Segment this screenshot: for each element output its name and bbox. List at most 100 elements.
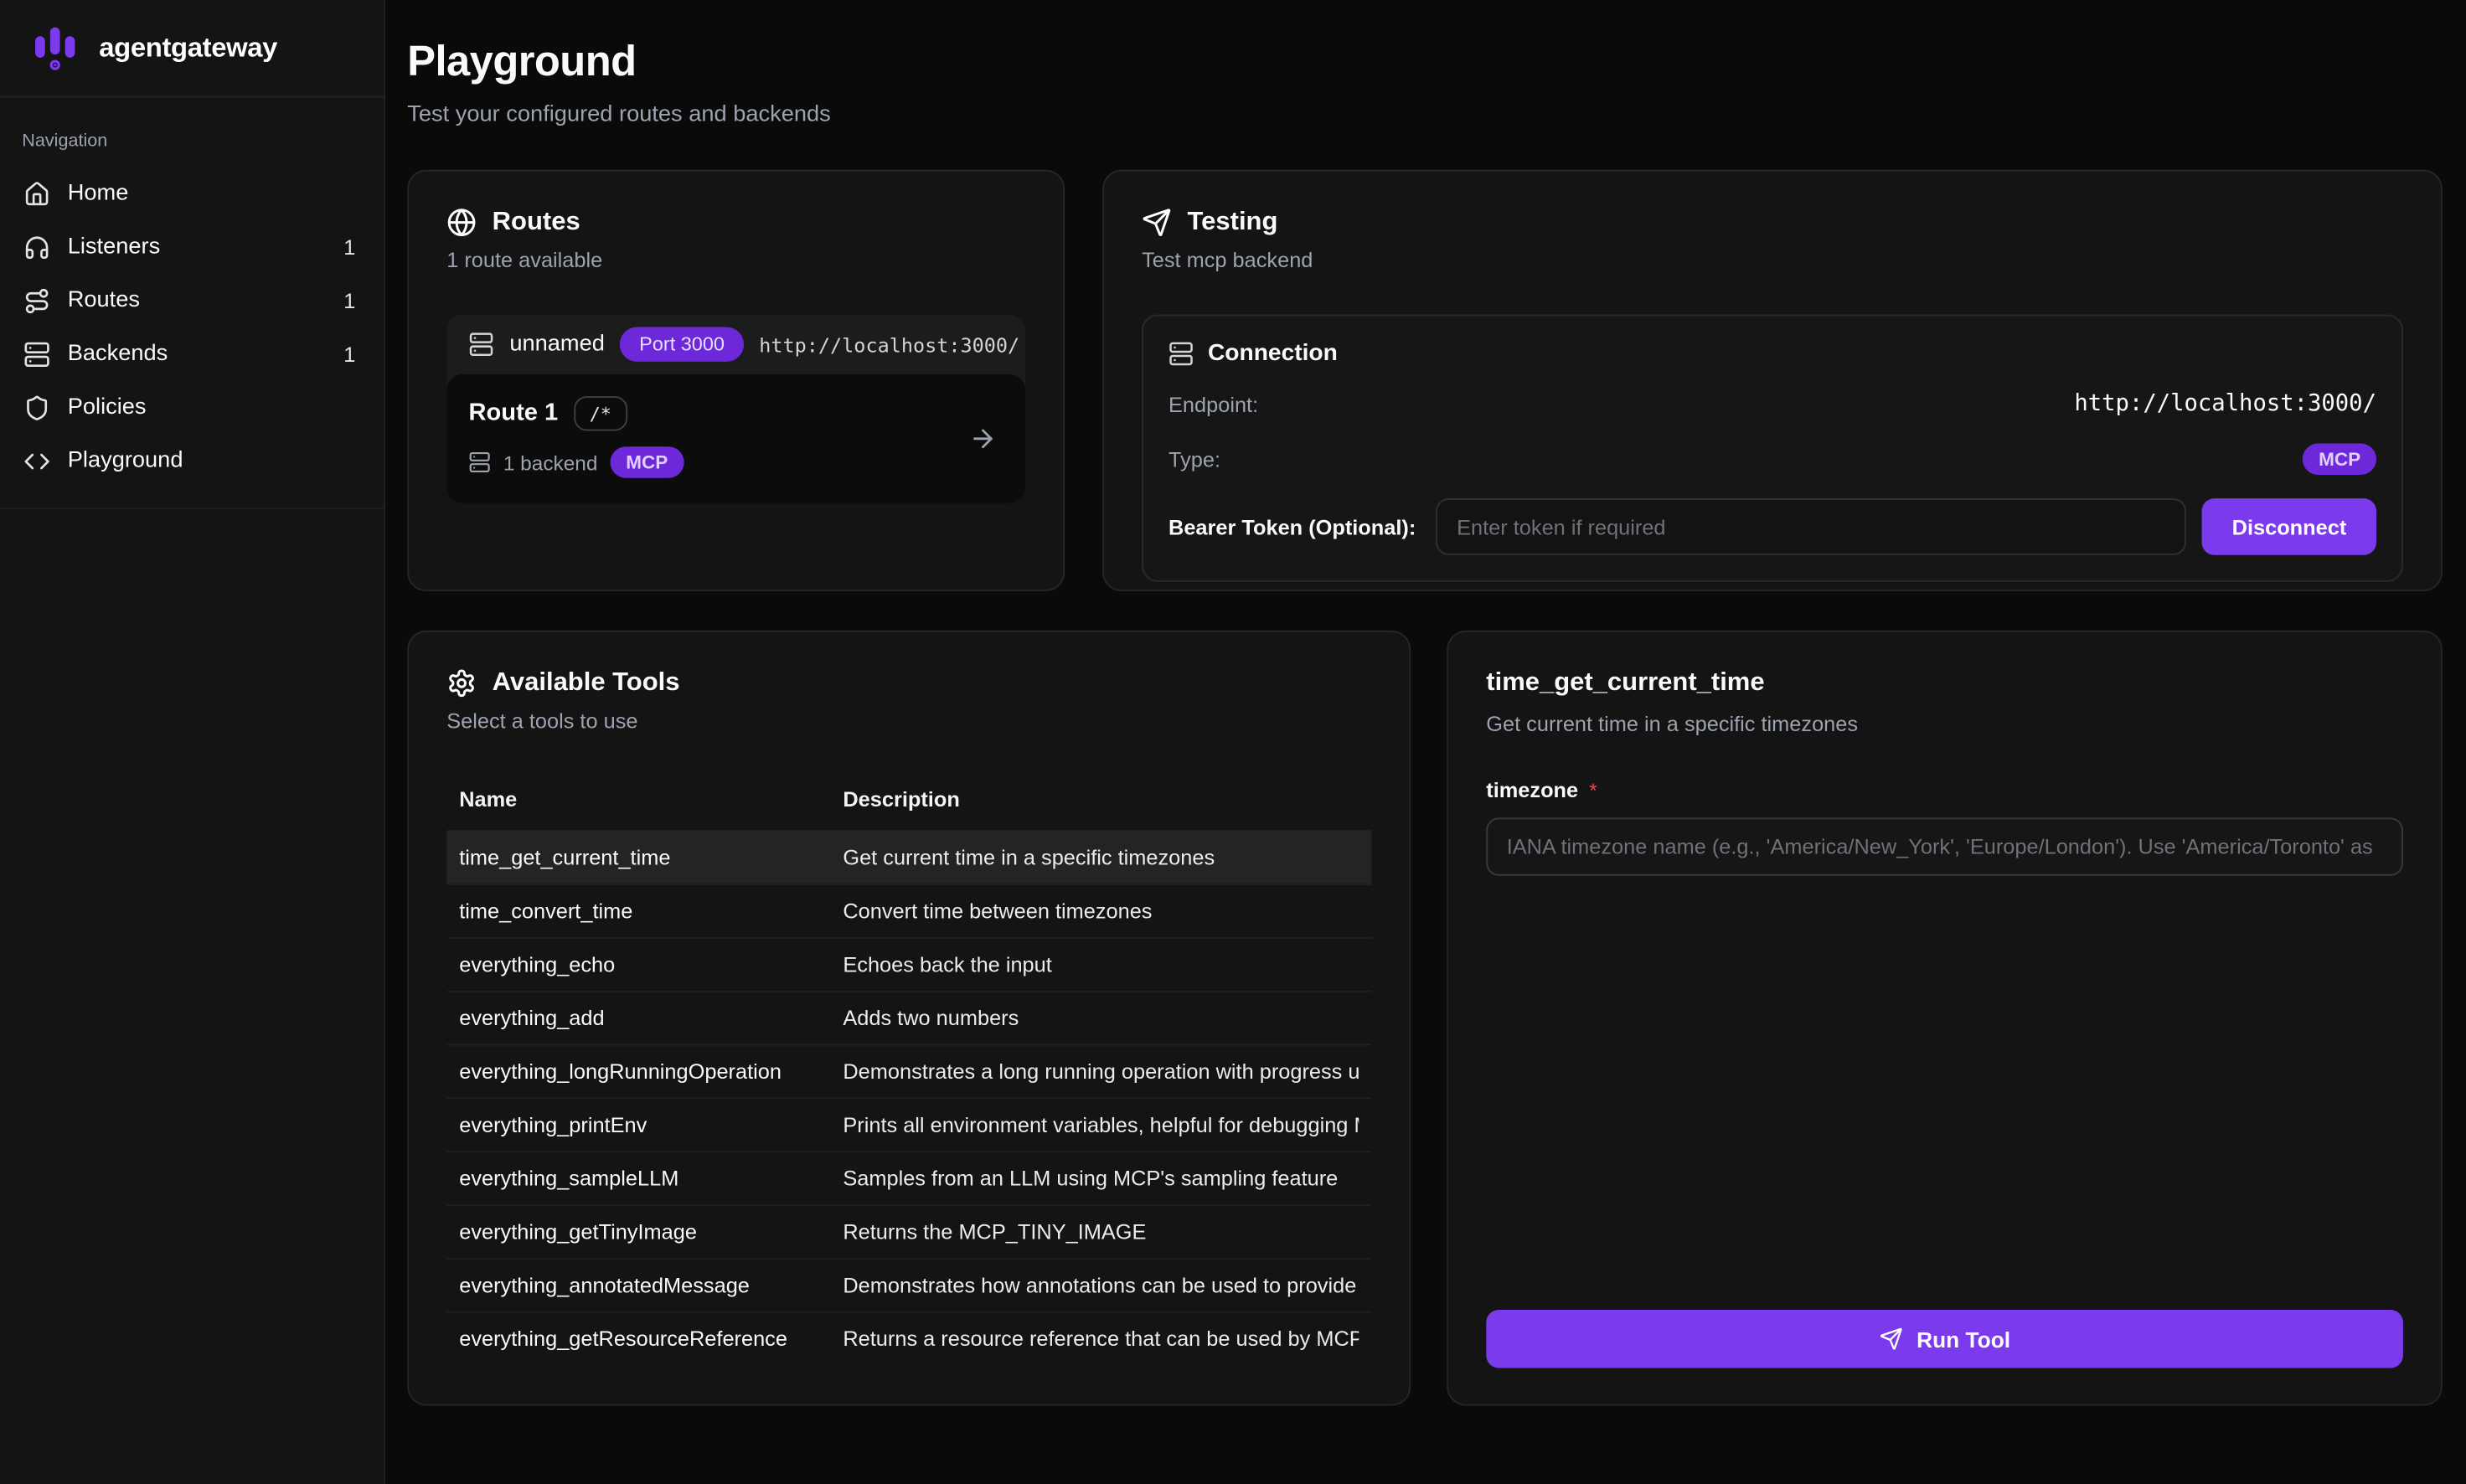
column-header-name: Name bbox=[459, 788, 843, 812]
tool-title: time_get_current_time bbox=[1486, 668, 2403, 698]
server-icon bbox=[1169, 340, 1194, 365]
sidebar-item-count: 1 bbox=[343, 235, 360, 259]
brand-name: agentgateway bbox=[99, 32, 277, 64]
tool-description-cell: Samples from an LLM using MCP's sampling… bbox=[843, 1167, 1359, 1190]
tool-description-cell: Prints all environment variables, helpfu… bbox=[843, 1113, 1359, 1136]
tool-row-everything_sampleLLM[interactable]: everything_sampleLLMSamples from an LLM … bbox=[446, 1151, 1371, 1204]
tool-row-everything_getResourceReference[interactable]: everything_getResourceReferenceReturns a… bbox=[446, 1311, 1371, 1365]
tool-row-time_convert_time[interactable]: time_convert_timeConvert time between ti… bbox=[446, 884, 1371, 937]
tools-card-subtitle: Select a tools to use bbox=[446, 709, 1371, 733]
tool-subtitle: Get current time in a specific timezones bbox=[1486, 713, 2403, 736]
route-path-badge: /* bbox=[574, 396, 627, 430]
tool-row-everything_getTinyImage[interactable]: everything_getTinyImageReturns the MCP_T… bbox=[446, 1204, 1371, 1258]
bearer-token-input[interactable] bbox=[1437, 498, 2186, 555]
server-icon bbox=[469, 451, 491, 473]
sidebar-item-policies[interactable]: Policies bbox=[9, 380, 374, 434]
tool-name-cell: everything_sampleLLM bbox=[459, 1167, 843, 1190]
tool-name-cell: everything_annotatedMessage bbox=[459, 1274, 843, 1297]
agentgateway-logo-icon bbox=[28, 21, 82, 75]
route-protocol-badge: MCP bbox=[610, 446, 684, 478]
bearer-token-label: Bearer Token (Optional): bbox=[1169, 515, 1416, 538]
tool-description-cell: Echoes back the input bbox=[843, 953, 1359, 976]
sidebar-item-listeners[interactable]: Listeners1 bbox=[9, 220, 374, 274]
tool-description-cell: Returns the MCP_TINY_IMAGE bbox=[843, 1220, 1359, 1244]
nav-section-label: Navigation bbox=[0, 97, 384, 167]
tool-name-cell: time_get_current_time bbox=[459, 846, 843, 869]
routes-card-title: Routes bbox=[493, 208, 580, 238]
sidebar-item-playground[interactable]: Playground bbox=[9, 434, 374, 487]
server-icon bbox=[469, 332, 494, 357]
endpoint-value: http://localhost:3000/ bbox=[2074, 392, 2376, 417]
sidebar-item-home[interactable]: Home bbox=[9, 167, 374, 220]
listener-row[interactable]: unnamed Port 3000 http://localhost:3000/ bbox=[446, 315, 1025, 374]
page-title: Playground bbox=[407, 38, 2443, 86]
bearer-token-row: Bearer Token (Optional): Disconnect bbox=[1169, 498, 2376, 555]
tool-name-cell: everything_longRunningOperation bbox=[459, 1059, 843, 1083]
tool-row-everything_longRunningOperation[interactable]: everything_longRunningOperationDemonstra… bbox=[446, 1044, 1371, 1098]
routes-card-header: Routes bbox=[446, 208, 1025, 238]
tool-row-time_get_current_time[interactable]: time_get_current_timeGet current time in… bbox=[446, 830, 1371, 884]
brand[interactable]: agentgateway bbox=[0, 0, 384, 97]
tools-card: Available Tools Select a tools to use Na… bbox=[407, 631, 1411, 1406]
gear-icon bbox=[446, 668, 477, 698]
tool-description-cell: Returns a resource reference that can be… bbox=[843, 1327, 1359, 1351]
sidebar-item-backends[interactable]: Backends 1 bbox=[9, 327, 374, 381]
connection-header: Connection bbox=[1169, 340, 2376, 367]
connection-box: Connection Endpoint: http://localhost:30… bbox=[1142, 315, 2403, 582]
sidebar-item-label: Routes bbox=[68, 288, 140, 313]
route-item[interactable]: Route 1 /* 1 backend MCP bbox=[446, 374, 1025, 503]
sidebar-item-count: 1 bbox=[343, 342, 360, 365]
tool-name-cell: everything_printEnv bbox=[459, 1113, 843, 1136]
nav-list: Home Listeners1 Routes 1 Backends 1 Policies Pl… bbox=[0, 167, 384, 487]
tools-card-header: Available Tools bbox=[446, 668, 1371, 698]
tool-name-cell: everything_echo bbox=[459, 953, 843, 976]
shield-icon bbox=[23, 394, 50, 420]
page-subtitle: Test your configured routes and backends bbox=[407, 102, 2443, 127]
tool-name-cell: everything_getTinyImage bbox=[459, 1220, 843, 1244]
testing-card-title: Testing bbox=[1188, 208, 1278, 238]
route-icon bbox=[23, 287, 50, 314]
sidebar-item-routes[interactable]: Routes 1 bbox=[9, 274, 374, 327]
timezone-field-label: timezone bbox=[1486, 778, 1578, 801]
routes-card-subtitle: 1 route available bbox=[446, 249, 1025, 272]
testing-card-subtitle: Test mcp backend bbox=[1142, 249, 2403, 272]
run-tool-button[interactable]: Run Tool bbox=[1486, 1310, 2403, 1368]
tools-table-header: Name Description bbox=[446, 775, 1371, 831]
tool-description-cell: Adds two numbers bbox=[843, 1007, 1359, 1030]
sidebar-item-label: Playground bbox=[68, 448, 183, 473]
sidebar-item-label: Home bbox=[68, 181, 129, 206]
tool-row-everything_annotatedMessage[interactable]: everything_annotatedMessageDemonstrates … bbox=[446, 1258, 1371, 1311]
tool-row-everything_printEnv[interactable]: everything_printEnvPrints all environmen… bbox=[446, 1098, 1371, 1152]
sidebar-item-label: Backends bbox=[68, 341, 168, 366]
tool-name-cell: everything_add bbox=[459, 1007, 843, 1030]
endpoint-row: Endpoint: http://localhost:3000/ bbox=[1169, 387, 2376, 421]
listener-group: unnamed Port 3000 http://localhost:3000/… bbox=[446, 315, 1025, 503]
run-tool-label: Run Tool bbox=[1917, 1327, 2010, 1352]
column-header-description: Description bbox=[843, 788, 1359, 812]
top-row: Routes 1 route available unnamed Port 30… bbox=[407, 170, 2443, 591]
timezone-label-row: timezone * bbox=[1486, 778, 2403, 801]
tools-table-body: time_get_current_timeGet current time in… bbox=[446, 830, 1371, 1364]
tool-description-cell: Convert time between timezones bbox=[843, 899, 1359, 923]
app-root: agentgateway Navigation HomeListeners1Ro… bbox=[0, 0, 2466, 1484]
main-content: Playground Test your configured routes a… bbox=[385, 0, 2466, 1484]
send-icon bbox=[1879, 1327, 1902, 1351]
arrow-right-icon[interactable] bbox=[969, 425, 998, 453]
listener-url: http://localhost:3000/ bbox=[759, 332, 1019, 356]
disconnect-button[interactable]: Disconnect bbox=[2202, 498, 2376, 555]
testing-card-header: Testing bbox=[1142, 208, 2403, 238]
tool-name-cell: time_convert_time bbox=[459, 899, 843, 923]
tool-row-everything_add[interactable]: everything_addAdds two numbers bbox=[446, 991, 1371, 1044]
endpoint-label: Endpoint: bbox=[1169, 392, 1258, 415]
tool-row-everything_echo[interactable]: everything_echoEchoes back the input bbox=[446, 937, 1371, 991]
globe-icon bbox=[446, 208, 477, 238]
tool-name-cell: everything_getResourceReference bbox=[459, 1327, 843, 1351]
type-label: Type: bbox=[1169, 447, 1220, 471]
port-badge: Port 3000 bbox=[621, 327, 744, 362]
type-badge: MCP bbox=[2303, 443, 2376, 475]
required-asterisk: * bbox=[1589, 778, 1597, 801]
route-meta-line: 1 backend MCP bbox=[469, 446, 1003, 478]
timezone-input[interactable] bbox=[1486, 817, 2403, 875]
tool-description-cell: Demonstrates how annotations can be used… bbox=[843, 1274, 1359, 1297]
sidebar-item-count: 1 bbox=[343, 289, 360, 312]
